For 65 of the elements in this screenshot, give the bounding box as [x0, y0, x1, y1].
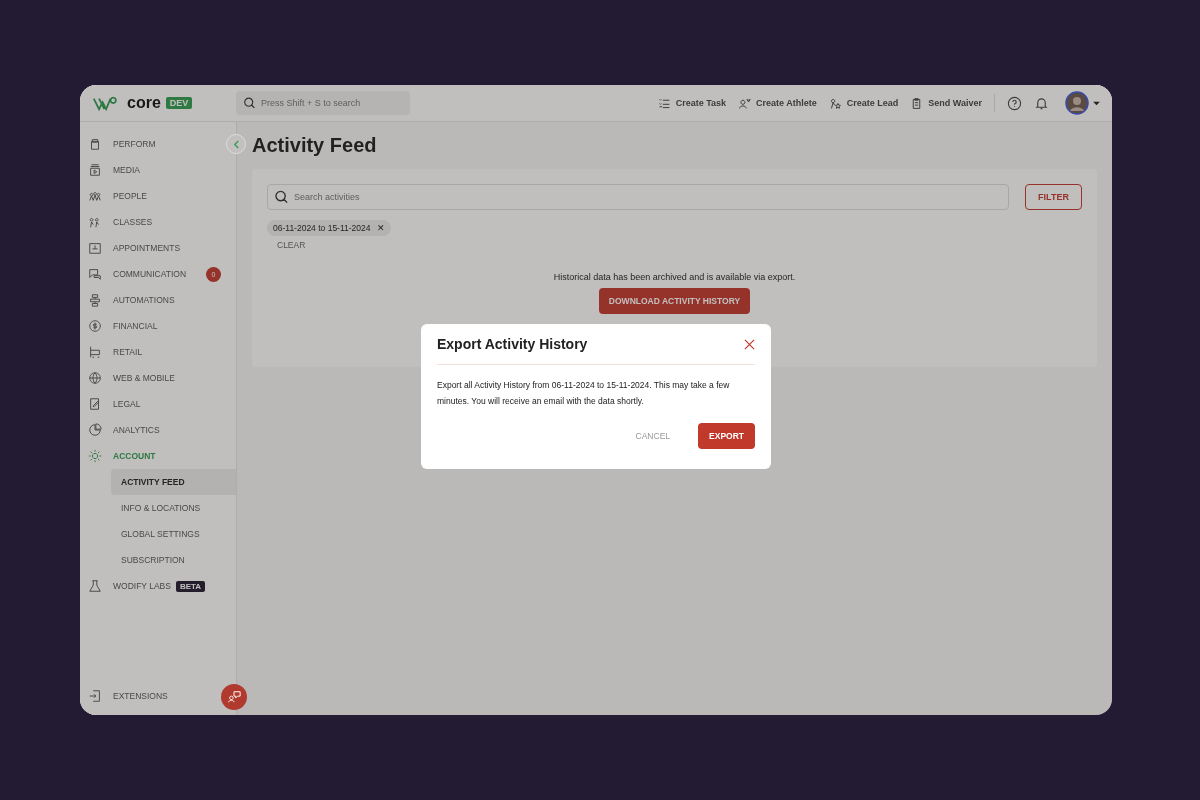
avatar-icon[interactable]: [1065, 91, 1089, 115]
chevron-icon: [232, 139, 240, 149]
clear-link[interactable]: CLEAR: [267, 236, 306, 250]
sidebar-subitem[interactable]: SUBSCRIPTION: [111, 547, 236, 573]
nav-icon: [88, 137, 102, 151]
dialog-title: Export Activity History: [437, 336, 588, 352]
sidebar-item[interactable]: ANALYTICS: [80, 417, 221, 443]
sidebar-item[interactable]: PEOPLE: [80, 183, 221, 209]
top-action-link[interactable]: Send Waiver: [910, 96, 982, 110]
nav-icon: [88, 319, 102, 333]
filter-button[interactable]: FILTER: [1025, 184, 1082, 210]
task-list-icon: [657, 96, 671, 110]
person-star-icon: [828, 96, 842, 110]
download-button[interactable]: DOWNLOAD ACTIVITY HISTORY: [598, 288, 751, 314]
sidebar-item[interactable]: AUTOMATIONS: [80, 287, 221, 313]
dialog-message: Export all Activity History from 06-11-2024 to 15-11-2024. This may take a few minutes. You will receive an email with the data shortly.: [437, 379, 731, 408]
nav-icon: [88, 371, 102, 385]
chip-label: 06-11-2024 to 15-11-2024: [273, 223, 371, 233]
sidebar-item[interactable]: PERFORM: [80, 131, 221, 157]
nav-icon: [88, 163, 102, 177]
top-action-link[interactable]: Create Athlete: [738, 96, 817, 110]
top-action-link[interactable]: Create Lead: [828, 96, 899, 110]
sidebar-item[interactable]: WODIFY LABS BETA: [80, 573, 221, 599]
search-icon: [274, 189, 289, 205]
sidebar-item[interactable]: CLASSES: [80, 209, 221, 235]
nav-icon: [88, 293, 102, 307]
search-field[interactable]: Press Shift + S to search: [236, 91, 410, 115]
remove-button[interactable]: ✕: [376, 223, 385, 233]
nav-icon: [88, 215, 102, 229]
bell-icon[interactable]: [1034, 95, 1049, 111]
feedback-button[interactable]: [221, 684, 247, 710]
sidebar-subitem[interactable]: GLOBAL SETTINGS: [111, 521, 236, 547]
search-field[interactable]: Search activities: [267, 184, 1009, 210]
cancel-button[interactable]: CANCEL: [629, 430, 677, 442]
sign-in-icon: [88, 689, 102, 703]
page-title: Activity Feed: [252, 134, 378, 157]
beta-tag: BETA: [175, 580, 206, 592]
sidebar-item[interactable]: LEGAL: [80, 391, 221, 417]
sidebar-item[interactable]: RETAIL: [80, 339, 221, 365]
sidebar-item[interactable]: MEDIA: [80, 157, 221, 183]
sidebar-item[interactable]: ACCOUNT: [80, 443, 221, 469]
extensions-link[interactable]: EXTENSIONS: [80, 683, 176, 709]
environment-tag: DEV: [165, 97, 193, 109]
export-button[interactable]: EXPORT: [698, 423, 755, 449]
top-action-link[interactable]: Create Task: [657, 96, 727, 110]
caret-icon[interactable]: [1093, 100, 1100, 106]
nav-icon: [88, 241, 102, 255]
sidebar-subitem[interactable]: ACTIVITY FEED: [111, 469, 236, 495]
nav-icon: [88, 189, 102, 203]
close-icon[interactable]: [744, 338, 755, 350]
sidebar-subitem[interactable]: INFO & LOCATIONS: [111, 495, 236, 521]
help-icon[interactable]: [1007, 95, 1022, 111]
nav-icon: [88, 449, 102, 463]
sidebar-item[interactable]: WEB & MOBILE: [80, 365, 221, 391]
sidebar-item[interactable]: FINANCIAL: [80, 313, 221, 339]
nav-icon: [88, 397, 102, 411]
nav-icon: [88, 423, 102, 437]
person-chat-icon: [227, 690, 241, 704]
sidebar-item[interactable]: APPOINTMENTS: [80, 235, 221, 261]
nav-icon: [88, 267, 102, 281]
archive-message: Historical data has been archived and is available via export.: [552, 272, 797, 282]
brand-name: core: [127, 94, 161, 112]
search-icon: [243, 96, 256, 110]
nav-icon: [88, 579, 102, 593]
nav-icon: [88, 345, 102, 359]
